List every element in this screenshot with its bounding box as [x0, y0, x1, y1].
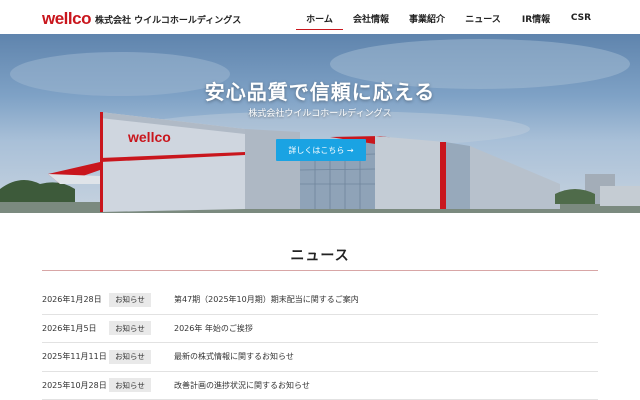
news-list: 2026年1月28日 お知らせ 第47期（2025年10月期）期末配当に関するご…	[42, 286, 598, 400]
logo-mark: wellco	[42, 9, 91, 28]
building-sign: wellco	[127, 129, 171, 145]
hero-title: 安心品質で信頼に応える	[204, 80, 436, 104]
news-item[interactable]: 2025年11月11日 お知らせ 最新の株式情報に関するお知らせ	[42, 343, 598, 372]
main-nav: ホーム 会社情報 事業紹介 ニュース IR情報 CSR	[296, 0, 601, 36]
news-link[interactable]: 第47期（2025年10月期）期末配当に関するご案内	[174, 294, 359, 305]
news-item[interactable]: 2026年1月28日 お知らせ 第47期（2025年10月期）期末配当に関するご…	[42, 286, 598, 315]
news-date: 2025年11月11日	[42, 352, 107, 362]
company-logo[interactable]: wellco 株式会社 ウイルコホールディングス	[42, 9, 241, 27]
news-category-badge: お知らせ	[109, 349, 151, 364]
news-date: 2025年10月28日	[42, 380, 107, 390]
news-section-title: ニュース	[290, 248, 350, 264]
news-link[interactable]: 2026年 年始のご挨拶	[174, 323, 253, 334]
news-link[interactable]: 最新の株式情報に関するお知らせ	[174, 351, 294, 362]
nav-csr[interactable]: CSR	[561, 0, 601, 36]
hero-building-image: wellco	[0, 39, 640, 213]
nav-business[interactable]: 事業紹介	[399, 0, 455, 36]
nav-ir[interactable]: IR情報	[511, 0, 561, 36]
news-date: 2026年1月28日	[42, 295, 102, 305]
details-button[interactable]: 詳しくはこちら →	[276, 139, 366, 161]
hero-subtitle: 株式会社ウイルコホールディングス	[248, 109, 392, 119]
news-category-badge: お知らせ	[109, 321, 151, 336]
news-item[interactable]: 2025年10月28日 お知らせ 改善計画の進捗状況に関するお知らせ	[42, 372, 598, 400]
news-item[interactable]: 2026年1月5日 お知らせ 2026年 年始のご挨拶	[42, 315, 598, 343]
news-category-badge: お知らせ	[109, 378, 151, 393]
news-date: 2026年1月5日	[42, 323, 97, 333]
logo-company-name: 株式会社 ウイルコホールディングス	[94, 16, 242, 26]
hero-banner: wellco 安心品質で信頼に応える 株式会社ウイルコホールディングス 詳しくは…	[0, 34, 640, 213]
nav-news[interactable]: ニュース	[455, 0, 511, 36]
news-divider	[42, 270, 598, 271]
news-link[interactable]: 改善計画の進捗状況に関するお知らせ	[174, 380, 310, 391]
nav-company[interactable]: 会社情報	[343, 0, 399, 36]
site-header: wellco 株式会社 ウイルコホールディングス ホーム 会社情報 事業紹介 ニ…	[0, 0, 640, 36]
news-category-badge: お知らせ	[109, 292, 151, 307]
nav-home[interactable]: ホーム	[296, 0, 343, 36]
